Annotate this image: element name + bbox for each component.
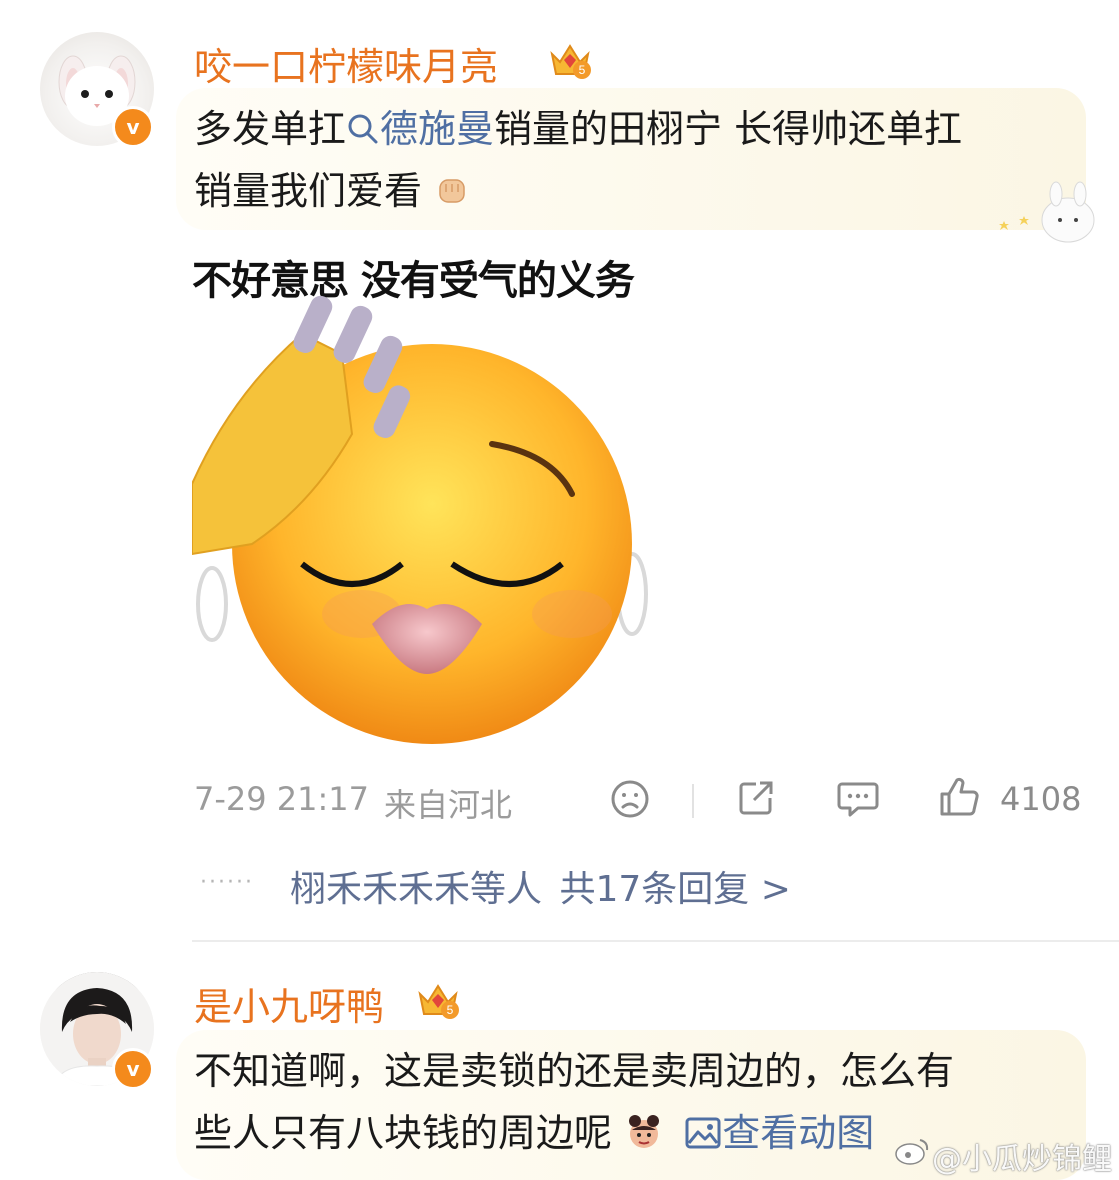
crown-level-icon: 5 [550,44,591,79]
replies-link[interactable]: 栩禾禾禾禾等人 共17条回复 > [290,860,791,912]
comment-text-segment: 销量我们爱看 [194,169,423,213]
comment-timestamp: 7-29 21:17 [194,780,370,818]
comment-line: 销量我们爱看 [194,160,1084,222]
action-divider [692,784,694,818]
view-gif-link[interactable]: 查看动图 [684,1111,874,1155]
comment-text-segment: 销量的田栩宁 长得帅还单扛 [494,107,963,151]
comment-text-segment: 些人只有八块钱的周边呢 [194,1111,613,1155]
comment-icon[interactable] [836,778,880,820]
replies-ellipsis: ······ [200,870,254,895]
like-count: 4108 [1000,780,1082,818]
facepalm-emoji-image [192,295,648,744]
crown-level-icon: 5 [418,984,459,1019]
fist-emoji-icon [439,179,465,203]
nezha-emoji-icon [629,1115,660,1148]
comment-username[interactable]: 咬一口柠檬味月亮 [194,36,498,91]
topic-link[interactable]: 德施曼 [380,107,494,151]
comment-text: 多发单扛 德施曼销量的田栩宁 长得帅还单扛 销量我们爱看 [194,98,1084,222]
comment-location: 来自河北 [384,786,513,824]
weibo-logo-icon [894,1136,930,1166]
replies-total: 共17条回复 > [559,869,791,910]
view-gif-label: 查看动图 [722,1111,875,1155]
badge-level-number: 5 [447,1003,454,1017]
comment-line: 不知道啊，这是卖锁的还是卖周边的，怎么有 [194,1049,955,1093]
share-icon[interactable] [736,778,776,818]
image-icon [685,1117,721,1149]
watermark: @小瓜炒锦鲤 [932,1142,1112,1177]
replies-names: 栩禾禾禾禾等人 [290,869,543,910]
comment-text-segment: 多发单扛 [194,107,347,151]
like-icon[interactable] [938,776,980,818]
comment-image[interactable]: 不好意思 没有受气的义务 [192,240,652,760]
verified-badge-icon: v [112,106,154,148]
comment-username[interactable]: 是小九呀鸭 [194,976,384,1031]
badge-level-number: 5 [579,63,586,77]
search-icon [346,107,380,151]
dislike-face-icon[interactable] [610,779,650,819]
verified-badge-icon: v [112,1048,154,1090]
comment-line: 多发单扛 德施曼销量的田栩宁 长得帅还单扛 [194,98,1084,160]
comment-divider [192,940,1119,942]
